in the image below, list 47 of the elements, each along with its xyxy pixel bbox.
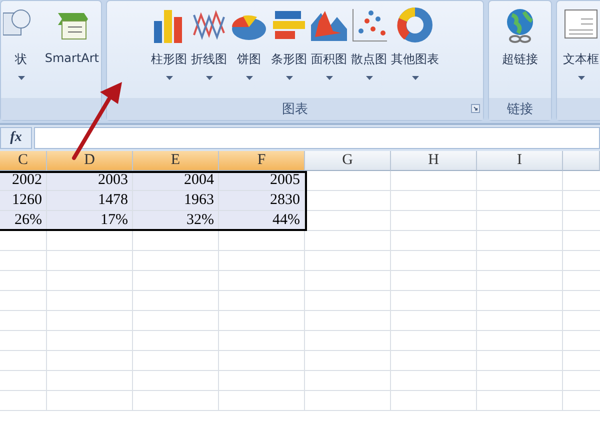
formula-input[interactable] xyxy=(34,127,600,149)
column-chart-icon xyxy=(154,10,182,43)
table-cell: 17% xyxy=(47,211,133,231)
text-box-icon xyxy=(564,10,598,38)
table-cell: 1260 xyxy=(0,191,47,211)
table-cell: 2004 xyxy=(133,171,219,191)
bar-chart-icon xyxy=(273,11,305,39)
column-header[interactable]: D xyxy=(47,151,133,171)
area-chart-icon xyxy=(311,11,347,41)
globe-button[interactable]: 超链接 xyxy=(500,5,540,98)
table-cell: 2002 xyxy=(0,171,47,191)
donut-button[interactable]: 其他图表 xyxy=(389,5,441,98)
pie-chart-icon xyxy=(232,15,266,40)
group-label: 链接 xyxy=(507,101,533,118)
table-cell: 2005 xyxy=(219,171,305,191)
scatter-button[interactable]: 散点图 xyxy=(349,5,389,98)
bar-button[interactable]: 条形图 xyxy=(269,5,309,98)
column-header[interactable]: I xyxy=(477,151,563,171)
donut-chart-icon xyxy=(397,8,432,42)
column-header[interactable]: C xyxy=(0,151,47,171)
table-cell: 1963 xyxy=(133,191,219,211)
table-cell: 2830 xyxy=(219,191,305,211)
group-label: 图表 xyxy=(282,101,308,118)
column-header[interactable]: F xyxy=(219,151,305,171)
dialog-launcher-icon[interactable] xyxy=(471,104,480,113)
scatter-chart-icon xyxy=(352,8,387,42)
textbox-button[interactable]: 文本框 xyxy=(561,5,600,98)
smartart-icon xyxy=(58,13,88,40)
table-cell: 26% xyxy=(0,211,47,231)
column-button[interactable]: 柱形图 xyxy=(149,5,189,98)
column-header[interactable] xyxy=(563,151,600,171)
column-header[interactable]: H xyxy=(391,151,477,171)
globe-link-icon xyxy=(507,9,534,43)
table-cell: 1478 xyxy=(47,191,133,211)
column-header[interactable]: G xyxy=(305,151,391,171)
shapes-icon xyxy=(3,10,30,36)
table-cell: 32% xyxy=(133,211,219,231)
shapes-button[interactable]: 状 xyxy=(1,5,41,98)
table-cell: 2003 xyxy=(47,171,133,191)
area-button[interactable]: 面积图 xyxy=(309,5,349,98)
smartart-button[interactable]: SmartArt xyxy=(42,5,101,98)
line-chart-icon xyxy=(193,10,225,40)
table-cell: 44% xyxy=(219,211,305,231)
column-header[interactable]: E xyxy=(133,151,219,171)
line-button[interactable]: 折线图 xyxy=(189,5,229,98)
function-button[interactable]: fx xyxy=(0,127,32,149)
pie-button[interactable]: 饼图 xyxy=(229,5,269,98)
